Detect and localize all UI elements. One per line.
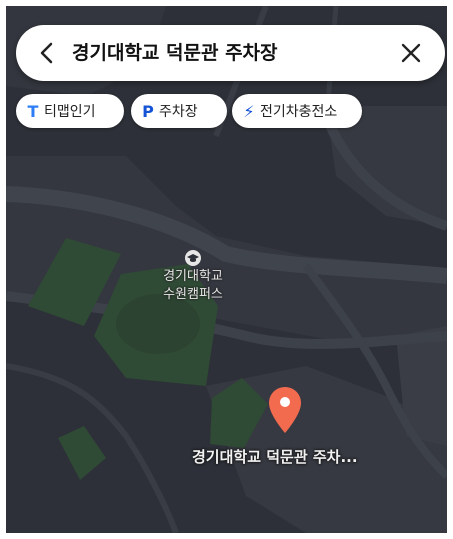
campus-label[interactable]: 경기대학교 수원캠퍼스 bbox=[143, 252, 243, 304]
parking-icon: P bbox=[142, 101, 154, 121]
chip-ev-charging[interactable]: ⚡ 전기차충전소 bbox=[232, 94, 362, 128]
chip-label: 주차장 bbox=[159, 104, 198, 120]
location-pin-icon[interactable] bbox=[268, 386, 302, 434]
chip-tmap-popular[interactable]: T 티맵인기 bbox=[16, 94, 124, 128]
map-view[interactable]: 경기대학교 덕문관 주차장 T 티맵인기 P 주차장 ⚡ 전기차충전소 경기대학… bbox=[6, 6, 447, 533]
campus-label-line1: 경기대학교 bbox=[163, 269, 223, 284]
chip-label: 전기차충전소 bbox=[260, 104, 338, 120]
chevron-left-icon[interactable] bbox=[34, 39, 62, 67]
chip-label: 티맵인기 bbox=[44, 104, 96, 120]
tmap-logo-icon: T bbox=[27, 101, 39, 121]
search-query[interactable]: 경기대학교 덕문관 주차장 bbox=[72, 39, 278, 67]
close-icon[interactable] bbox=[397, 39, 425, 67]
campus-label-line2: 수원캠퍼스 bbox=[163, 287, 223, 302]
place-label[interactable]: 경기대학교 덕문관 주차... bbox=[192, 446, 358, 467]
chip-parking[interactable]: P 주차장 bbox=[131, 94, 227, 128]
search-bar[interactable]: 경기대학교 덕문관 주차장 bbox=[16, 25, 445, 81]
lightning-icon: ⚡ bbox=[243, 101, 255, 121]
